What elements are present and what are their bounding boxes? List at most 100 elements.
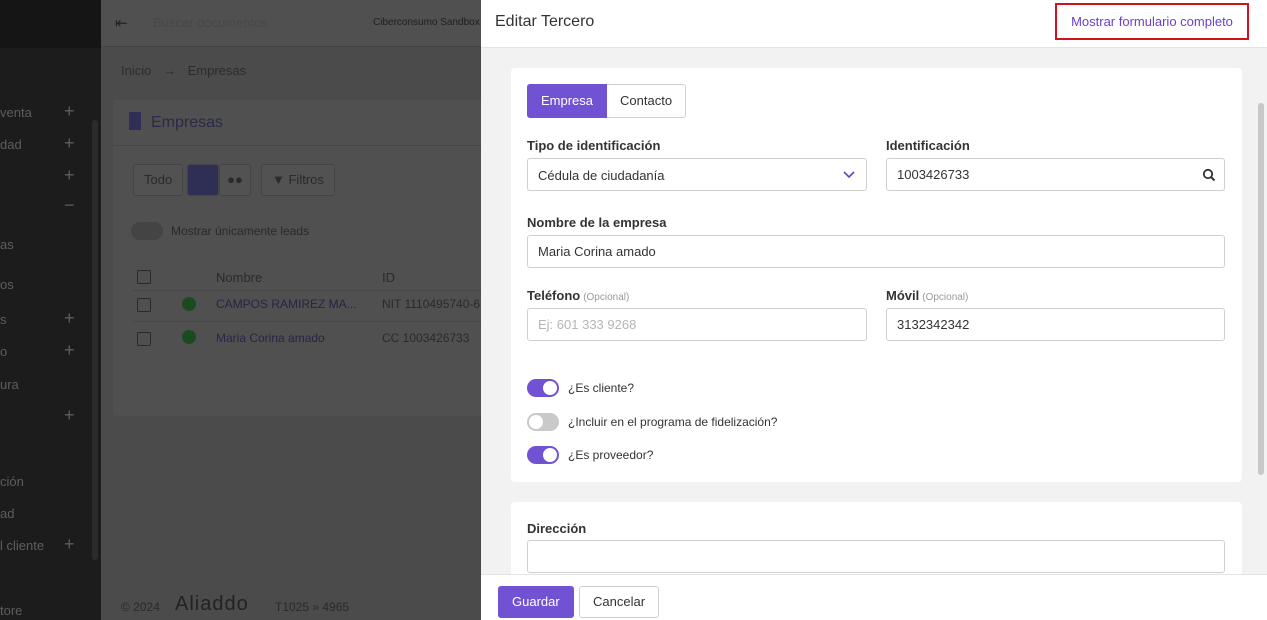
tab-contacto[interactable]: Contacto — [607, 84, 687, 118]
plus-icon: + — [64, 308, 75, 328]
row-name[interactable]: CAMPOS RAMIREZ MA... — [216, 297, 357, 311]
id-type-select[interactable]: Cédula de ciudadanía — [527, 158, 867, 191]
breadcrumb-separator: → — [162, 63, 176, 78]
sidebar-item[interactable]: as — [0, 235, 92, 255]
card-header: Empresas — [113, 100, 493, 146]
identification-input[interactable] — [886, 158, 1194, 191]
breadcrumb: Inicio → Empresas — [121, 63, 254, 78]
phone-input[interactable] — [527, 308, 867, 341]
row-checkbox[interactable] — [137, 298, 151, 312]
brand-logo: Aliaddo — [175, 593, 249, 615]
is-supplier-label: ¿Es proveedor? — [568, 448, 654, 462]
plus-icon: + — [64, 101, 75, 121]
sidebar-item-label: as — [0, 237, 14, 252]
status-icon — [182, 330, 196, 344]
search-icon — [1202, 168, 1216, 182]
tab-empresa[interactable]: Empresa — [527, 84, 608, 118]
cancel-button[interactable]: Cancelar — [579, 586, 660, 618]
panel-body: Empresa Contacto Tipo de identificación … — [481, 49, 1267, 574]
footer: © 2024 Aliaddo T1025 » 4965 — [121, 593, 349, 615]
sidebar-top — [0, 0, 101, 48]
plus-icon: + — [64, 534, 75, 554]
select-all-checkbox[interactable] — [137, 270, 151, 284]
back-arrow-icon[interactable]: ⇤ — [115, 14, 128, 32]
mobile-input[interactable] — [886, 308, 1225, 341]
row-name[interactable]: Maria Corina amado — [216, 331, 325, 345]
panel-title: Editar Tercero — [495, 13, 595, 30]
sidebar-item-label: ción — [0, 474, 24, 489]
filters-label: Filtros — [288, 172, 324, 187]
panel-header: Editar Tercero Mostrar formulario comple… — [481, 0, 1267, 48]
filter-all-button[interactable]: Todo — [133, 164, 184, 196]
optional-tag: (Opcional) — [922, 292, 969, 303]
sidebar-item[interactable]: venta + — [0, 101, 92, 123]
is-client-toggle[interactable] — [527, 379, 559, 397]
sidebar-item-label: ad — [0, 506, 15, 521]
chevron-down-icon — [843, 171, 855, 179]
mobile-label-text: Móvil — [886, 288, 920, 303]
edit-third-party-panel: Editar Tercero Mostrar formulario comple… — [481, 0, 1267, 620]
breadcrumb-home[interactable]: Inicio — [121, 63, 151, 78]
phone-label-text: Teléfono — [527, 288, 581, 303]
toggle-knob — [543, 448, 557, 462]
id-type-value: Cédula de ciudadanía — [538, 168, 665, 183]
plus-icon: + — [64, 165, 75, 185]
column-header-name[interactable]: Nombre — [216, 270, 262, 285]
sidebar-item[interactable]: s + — [0, 308, 92, 330]
sidebar-item[interactable]: o + — [0, 340, 92, 362]
sidebar-item-label: os — [0, 277, 14, 292]
row-divider — [133, 321, 493, 322]
row-divider — [133, 290, 493, 291]
row-checkbox[interactable] — [137, 332, 151, 346]
company-name-input[interactable] — [527, 235, 1225, 268]
copyright: © 2024 — [121, 600, 160, 614]
toggle-knob — [543, 381, 557, 395]
sidebar-item-label: l cliente — [0, 538, 45, 553]
sidebar-item[interactable]: ura — [0, 375, 92, 395]
filters-button[interactable]: ▼ Filtros — [261, 164, 335, 196]
sidebar-item-label: ura — [0, 377, 19, 392]
plus-icon: + — [64, 340, 75, 360]
main-info-card: Empresa Contacto Tipo de identificación … — [511, 68, 1242, 482]
address-input[interactable] — [527, 540, 1225, 573]
address-card: Dirección — [511, 502, 1242, 574]
entity-type-tabs: Empresa Contacto — [527, 84, 687, 118]
panel-footer: Guardar Cancelar — [481, 574, 1267, 620]
sidebar-item[interactable]: ad — [0, 504, 92, 524]
plus-icon: + — [64, 405, 75, 425]
optional-tag: (Opcional) — [583, 292, 630, 303]
loyalty-program-label: ¿Incluir en el programa de fidelización? — [568, 415, 778, 429]
people-icon[interactable]: ●● — [219, 164, 251, 196]
leads-toggle[interactable] — [131, 222, 163, 240]
sidebar-item[interactable]: ción — [0, 472, 92, 492]
funnel-icon: ▼ — [272, 172, 289, 187]
address-label: Dirección — [527, 521, 587, 536]
global-search-input[interactable]: Buscar documentos — [153, 15, 268, 30]
company-view-button[interactable] — [187, 164, 219, 196]
sidebar-scrollbar — [92, 120, 98, 560]
show-full-form-link[interactable]: Mostrar formulario completo — [1055, 3, 1249, 40]
sidebar-item[interactable]: os — [0, 275, 92, 295]
row-id: NIT 1110495740-6 — [382, 297, 481, 311]
mobile-label: Móvil (Opcional) — [886, 288, 968, 303]
minus-icon: − — [64, 195, 75, 215]
sidebar-item-label: o — [0, 344, 8, 359]
sidebar-item[interactable]: + — [0, 405, 92, 427]
column-header-id[interactable]: ID — [382, 270, 395, 285]
scrollbar[interactable] — [1258, 103, 1264, 475]
sidebar-item[interactable]: + — [0, 165, 92, 187]
search-identification-button[interactable] — [1193, 158, 1225, 191]
sidebar-item[interactable]: − — [0, 195, 92, 219]
sidebar-item-label: venta — [0, 105, 32, 120]
loyalty-program-toggle[interactable] — [527, 413, 559, 431]
sidebar-item-label: tore — [0, 603, 23, 618]
row-id: CC 1003426733 — [382, 331, 470, 345]
sidebar-item[interactable]: dad + — [0, 133, 92, 155]
identification-label: Identificación — [886, 138, 970, 153]
is-supplier-toggle[interactable] — [527, 446, 559, 464]
sidebar-item[interactable]: tore — [0, 601, 92, 620]
sidebar: venta + dad + + − as os s + o + ura + ción a… — [0, 0, 101, 620]
sidebar-item[interactable]: l cliente + — [0, 534, 92, 556]
leads-toggle-label: Mostrar únicamente leads — [171, 224, 310, 238]
save-button[interactable]: Guardar — [498, 586, 574, 618]
